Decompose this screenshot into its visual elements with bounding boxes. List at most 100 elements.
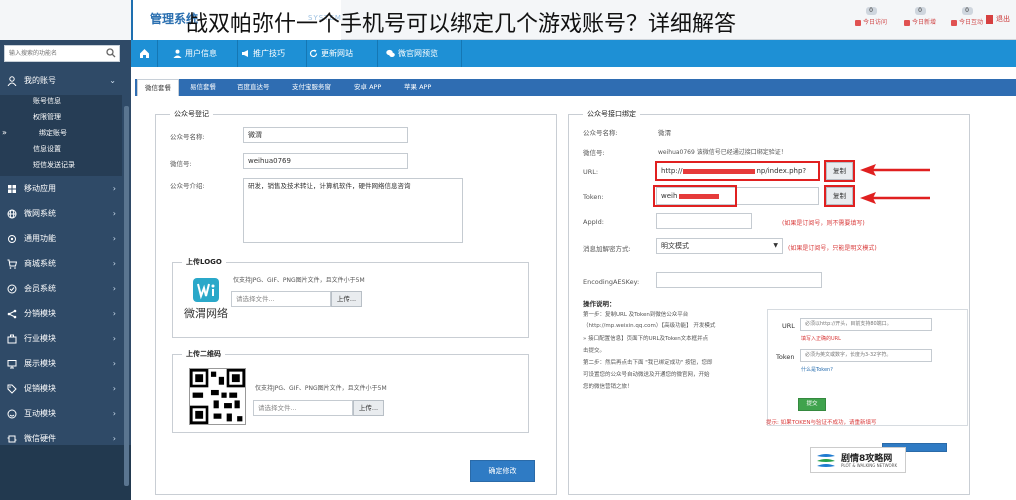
binding-legend: 公众号接口绑定 [583,109,640,119]
qr-code-image [189,368,246,425]
binding-name-value: 微渭 [658,129,671,137]
qr-upload-button[interactable]: 上传... [353,400,384,416]
submenu-item-info-settings[interactable]: 信息设置 [0,143,122,156]
wechat-id-label: 微信号: [170,160,192,168]
instruction-line: 击提交。 [583,348,606,354]
sidebar-item-members[interactable]: 会员系统 › [0,278,122,300]
chevron-right-icon: › [112,334,116,343]
nav-user-info[interactable]: 用户信息 [171,40,217,67]
exit-label: 退出 [996,15,1010,23]
collapse-icon[interactable]: » [2,128,7,137]
submenu-item-account-info[interactable]: 账号信息 [0,95,122,108]
count-badge: 0 [865,7,877,15]
binding-wechat-value: weihua0769 该微信号已经通过接口绑定验证！ [658,149,787,156]
tool-label: 今日访问 [862,19,887,26]
intro-label: 公众号介绍: [170,182,205,190]
sidebar-item-display[interactable]: 展示模块 › [0,353,122,375]
nav-label: 用户信息 [185,49,217,58]
sidebar-item-label: 互动模块 [24,409,56,418]
share-icon [7,309,17,319]
brand-logo-icon [193,278,219,302]
nav-promo-tips[interactable]: 推广技巧 [239,40,285,67]
globe-icon [7,209,17,219]
instruction-line: 您的微信营销之旅！ [583,384,633,390]
sidebar-item-industry[interactable]: 行业模块 › [0,328,122,350]
sidebar-item-label: 促销模块 [24,384,56,393]
tab-wechat[interactable]: 微信套餐 [137,79,179,96]
qr-file-input[interactable]: 请选择文件... [253,400,353,416]
nav-label: 微官网预览 [398,49,438,58]
sidebar-item-label: 移动应用 [24,184,56,193]
verify-note: 提示: 如果TOKEN与验证不成功，请重新填写 [766,420,877,426]
sidebar-item-promotion[interactable]: 促销模块 › [0,378,122,400]
chevron-right-icon: › [112,259,116,268]
guide-submit-button: 提交 [798,398,826,411]
sidebar-search [4,45,120,62]
chevron-right-icon: › [112,284,116,293]
logo-file-input[interactable]: 请选择文件... [231,291,331,307]
tool-today-new[interactable]: 0 今日新增 [896,6,944,36]
cart-icon [7,259,17,269]
watermark-subtitle: PLOT & WALKING NETWORK [841,463,898,468]
nav-site-preview[interactable]: 微官网预览 [384,40,438,67]
tab-alipay[interactable]: 支付宝服务窗 [285,79,338,96]
submenu-item-permissions[interactable]: 权限管理 [0,111,122,124]
brand-logo-text: 微渭网络 [184,307,228,320]
nav-divider [461,40,462,67]
nav-divider [237,40,238,67]
guide-url-label: URL [782,322,795,330]
sidebar-item-micro-site[interactable]: 微网系统 › [0,203,122,225]
sidebar-scrollbar[interactable] [124,106,129,486]
tab-baidu[interactable]: 百度直达号 [230,79,277,96]
chevron-right-icon: › [112,409,116,418]
tab-ios-app[interactable]: 苹果 APP [397,79,438,96]
sidebar-item-general[interactable]: 通用功能 › [0,228,122,250]
sidebar-item-distribution[interactable]: 分销模块 › [0,303,122,325]
intro-textarea[interactable]: 研发，销售及技术转让，计算机软件，硬件网络信息咨询 [243,178,463,243]
interact-icon [7,409,17,419]
sidebar-footer [0,445,131,500]
search-input[interactable] [5,46,101,61]
guide-screenshot: URL 必须以http://开头，目前支持80端口。 填写入正确的URL Tok… [767,309,968,426]
submenu-item-bind-account[interactable]: 绑定账号 [0,127,122,140]
sidebar-item-mobile-apps[interactable]: 移动应用 › [0,178,122,200]
copy-token-highlight-box [824,185,855,207]
tab-yixin[interactable]: 易信套餐 [183,79,223,96]
chevron-down-icon: ⌄ [109,76,116,85]
encryption-select[interactable]: 明文模式 ▼ [656,238,783,254]
confirm-edit-button[interactable]: 确定修改 [470,460,535,482]
tool-today-interact[interactable]: 0 今日互动 [943,6,991,36]
chevron-right-icon: › [112,234,116,243]
aes-key-input[interactable] [656,272,822,288]
tab-android-app[interactable]: 安卓 APP [347,79,388,96]
nav-update-site[interactable]: 更新网站 [307,40,353,67]
search-icon[interactable] [106,48,116,58]
sidebar-item-mall[interactable]: 商城系统 › [0,253,122,275]
nav-divider [157,40,158,67]
appid-input[interactable] [656,213,752,229]
submenu-item-sms-log[interactable]: 短信发送记录 [0,159,122,172]
instruction-line: » 接口配置信息】页面下的URL及Token文本框并点 [583,336,709,342]
tool-today-visits[interactable]: 0 今日访问 [847,6,895,36]
chevron-right-icon: › [112,384,116,393]
instructions-title: 操作说明： [583,300,616,308]
sidebar-item-interaction[interactable]: 互动模块 › [0,403,122,425]
visits-icon [854,19,861,26]
brand-area [0,0,131,40]
account-name-input[interactable]: 微渭 [243,127,408,143]
home-icon[interactable] [139,48,150,59]
sidebar-item-my-account[interactable]: 我的账号 ⌄ [0,70,122,92]
exit-icon [986,14,993,24]
chevron-right-icon: › [112,184,116,193]
tool-label: 今日新增 [911,19,936,26]
wechat-id-input[interactable]: weihua0769 [243,153,408,169]
url-highlight-box [655,161,820,181]
sidebar-item-label: 微网系统 [24,209,56,218]
chevron-right-icon: › [112,209,116,218]
site-watermark: 剧情8攻略网 PLOT & WALKING NETWORK [810,447,906,473]
sidebar-item-label: 微信硬件 [24,434,56,443]
sidebar-item-label: 展示模块 [24,359,56,368]
user-icon [173,49,182,58]
exit-button[interactable]: 退出 [986,14,1010,24]
logo-upload-button[interactable]: 上传... [331,291,362,307]
